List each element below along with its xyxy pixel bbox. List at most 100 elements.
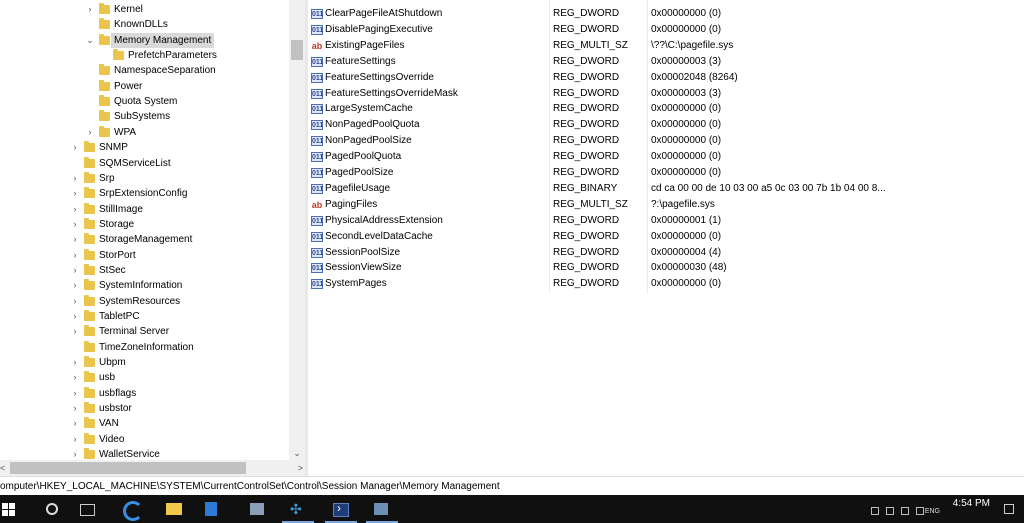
chevron-right-icon[interactable]: › (85, 125, 95, 140)
tree-vertical-scrollbar[interactable]: ⌄ (289, 0, 305, 460)
tree-horizontal-scroll-thumb[interactable] (10, 462, 246, 474)
value-row[interactable]: 011 FeatureSettingsOverrideMask REG_DWORD 0… (308, 86, 1024, 102)
tree-item[interactable]: › VAN (0, 416, 289, 431)
tree-item[interactable]: Power (0, 79, 289, 94)
chevron-right-icon[interactable]: › (70, 248, 80, 263)
tree-item[interactable]: › TabletPC (0, 309, 289, 324)
folder-icon (84, 386, 95, 398)
chevron-right-icon[interactable]: › (70, 401, 80, 416)
tree-item[interactable]: SubSystems (0, 109, 289, 124)
value-name: FeatureSettingsOverrideMask (325, 87, 458, 99)
tree-item[interactable]: › usbstor (0, 401, 289, 416)
tree-vertical-scroll-thumb[interactable] (291, 40, 303, 60)
registry-key-tree[interactable]: › Kernel KnownDLLs ⌄ Memory Management Prefet… (0, 0, 289, 460)
value-row[interactable]: 011 FeatureSettings REG_DWORD 0x00000003 (3… (308, 54, 1024, 70)
search-icon[interactable] (44, 501, 60, 517)
value-row[interactable]: 011 SessionPoolSize REG_DWORD 0x00000004 (4… (308, 245, 1024, 261)
file-explorer-icon[interactable] (166, 503, 182, 515)
language-indicator[interactable]: ENG (925, 507, 940, 517)
chevron-right-icon[interactable]: › (70, 386, 80, 401)
clock[interactable]: 4:54 PM (953, 498, 990, 509)
value-row[interactable]: 011 PhysicalAddressExtension REG_DWORD 0x00… (308, 213, 1024, 229)
chevron-right-icon[interactable]: › (70, 263, 80, 278)
chevron-right-icon[interactable]: › (70, 217, 80, 232)
value-row[interactable]: 011 DisablePagingExecutive REG_DWORD 0x0000… (308, 22, 1024, 38)
chevron-right-icon[interactable]: › (70, 294, 80, 309)
chevron-right-icon[interactable]: › (70, 416, 80, 431)
network-icon[interactable] (886, 507, 894, 515)
chevron-right-icon[interactable]: › (70, 232, 80, 247)
tree-item[interactable]: › Video (0, 432, 289, 447)
tree-item[interactable]: PrefetchParameters (0, 48, 289, 63)
tree-item[interactable]: › WPA (0, 125, 289, 140)
value-row[interactable]: 011 NonPagedPoolQuota REG_DWORD 0x00000000 … (308, 117, 1024, 133)
volume-icon[interactable] (901, 507, 909, 515)
chevron-right-icon[interactable]: › (70, 355, 80, 370)
value-row[interactable]: 011 SystemPages REG_DWORD 0x00000000 (0) (308, 276, 1024, 292)
registry-values-list[interactable]: 011 ClearPageFileAtShutdown REG_DWORD 0x000… (308, 0, 1024, 476)
tree-item[interactable]: › StSec (0, 263, 289, 278)
value-data: 0x00000000 (0) (651, 167, 722, 178)
value-row[interactable]: 011 PagefileUsage REG_BINARY cd ca 00 00 de… (308, 181, 1024, 197)
tree-item[interactable]: › usbflags (0, 386, 289, 401)
chevron-up-icon[interactable] (871, 507, 879, 515)
tree-item[interactable]: › SystemInformation (0, 278, 289, 293)
chevron-right-icon[interactable]: › (70, 370, 80, 385)
tree-item[interactable]: › Ubpm (0, 355, 289, 370)
value-row[interactable]: 011 LargeSystemCache REG_DWORD 0x00000000 (… (308, 101, 1024, 117)
value-row[interactable]: 011 NonPagedPoolSize REG_DWORD 0x00000000 (… (308, 133, 1024, 149)
store-icon[interactable] (205, 502, 217, 516)
tree-item[interactable]: › usb (0, 370, 289, 385)
value-row[interactable]: 011 SecondLevelDataCache REG_DWORD 0x000000… (308, 229, 1024, 245)
chevron-down-icon[interactable]: ⌄ (289, 446, 305, 460)
tree-item[interactable]: SQMServiceList (0, 156, 289, 171)
tree-item[interactable]: › StorPort (0, 248, 289, 263)
chevron-right-icon[interactable]: › (70, 278, 80, 293)
regedit-icon[interactable] (290, 501, 306, 517)
chevron-right-icon[interactable]: › (70, 171, 80, 186)
powershell-icon[interactable] (333, 501, 349, 517)
tree-item[interactable]: › Storage (0, 217, 289, 232)
tree-item[interactable]: › SrpExtensionConfig (0, 186, 289, 201)
tree-item[interactable]: NamespaceSeparation (0, 63, 289, 78)
chevron-right-icon[interactable]: › (70, 309, 80, 324)
edge-icon[interactable] (123, 501, 143, 521)
tree-item[interactable]: › Terminal Server (0, 324, 289, 339)
remote-desktop-icon[interactable] (374, 503, 388, 515)
windows-start-icon[interactable] (0, 501, 16, 517)
value-row[interactable]: 011 FeatureSettingsOverride REG_DWORD 0x000… (308, 70, 1024, 86)
tree-item[interactable]: › SNMP (0, 140, 289, 155)
chevron-left-icon[interactable]: < (0, 460, 5, 476)
value-row[interactable]: ab ExistingPageFiles REG_MULTI_SZ \??\C:\pa… (308, 38, 1024, 54)
notification-icon[interactable] (1004, 504, 1014, 514)
server-manager-icon[interactable] (250, 503, 264, 515)
task-view-icon[interactable] (80, 504, 95, 516)
tree-item[interactable]: KnownDLLs (0, 17, 289, 32)
value-row[interactable]: 011 PagedPoolSize REG_DWORD 0x00000000 (0) (308, 165, 1024, 181)
tree-horizontal-scrollbar[interactable]: < > (0, 460, 305, 476)
tree-item[interactable]: › SystemResources (0, 294, 289, 309)
chevron-down-icon[interactable]: ⌄ (85, 33, 95, 48)
tree-item[interactable]: › StorageManagement (0, 232, 289, 247)
value-row[interactable]: 011 PagedPoolQuota REG_DWORD 0x00000000 (0) (308, 149, 1024, 165)
chevron-right-icon[interactable]: › (70, 447, 80, 460)
tree-item[interactable]: › Srp (0, 171, 289, 186)
tree-item-label: Power (114, 80, 143, 92)
value-row[interactable]: 011 SessionViewSize REG_DWORD 0x00000030 (4… (308, 260, 1024, 276)
tree-item[interactable]: › Kernel (0, 2, 289, 17)
chevron-right-icon[interactable]: › (70, 432, 80, 447)
chevron-right-icon[interactable]: › (70, 140, 80, 155)
tree-item[interactable]: TimeZoneInformation (0, 340, 289, 355)
tree-item[interactable]: › StillImage (0, 202, 289, 217)
tree-item[interactable]: ⌄ Memory Management (0, 32, 289, 48)
value-row[interactable]: ab PagingFiles REG_MULTI_SZ ?:\pagefile.sys (308, 197, 1024, 213)
chevron-right-icon[interactable]: › (70, 202, 80, 217)
tree-item[interactable]: › WalletService (0, 447, 289, 460)
action-icon[interactable] (916, 507, 924, 515)
tree-item[interactable]: Quota System (0, 94, 289, 109)
chevron-right-icon[interactable]: › (70, 186, 80, 201)
chevron-right-icon[interactable]: > (298, 460, 303, 476)
chevron-right-icon[interactable]: › (70, 324, 80, 339)
chevron-right-icon[interactable]: › (85, 2, 95, 17)
value-row[interactable]: 011 ClearPageFileAtShutdown REG_DWORD 0x000… (308, 6, 1024, 22)
